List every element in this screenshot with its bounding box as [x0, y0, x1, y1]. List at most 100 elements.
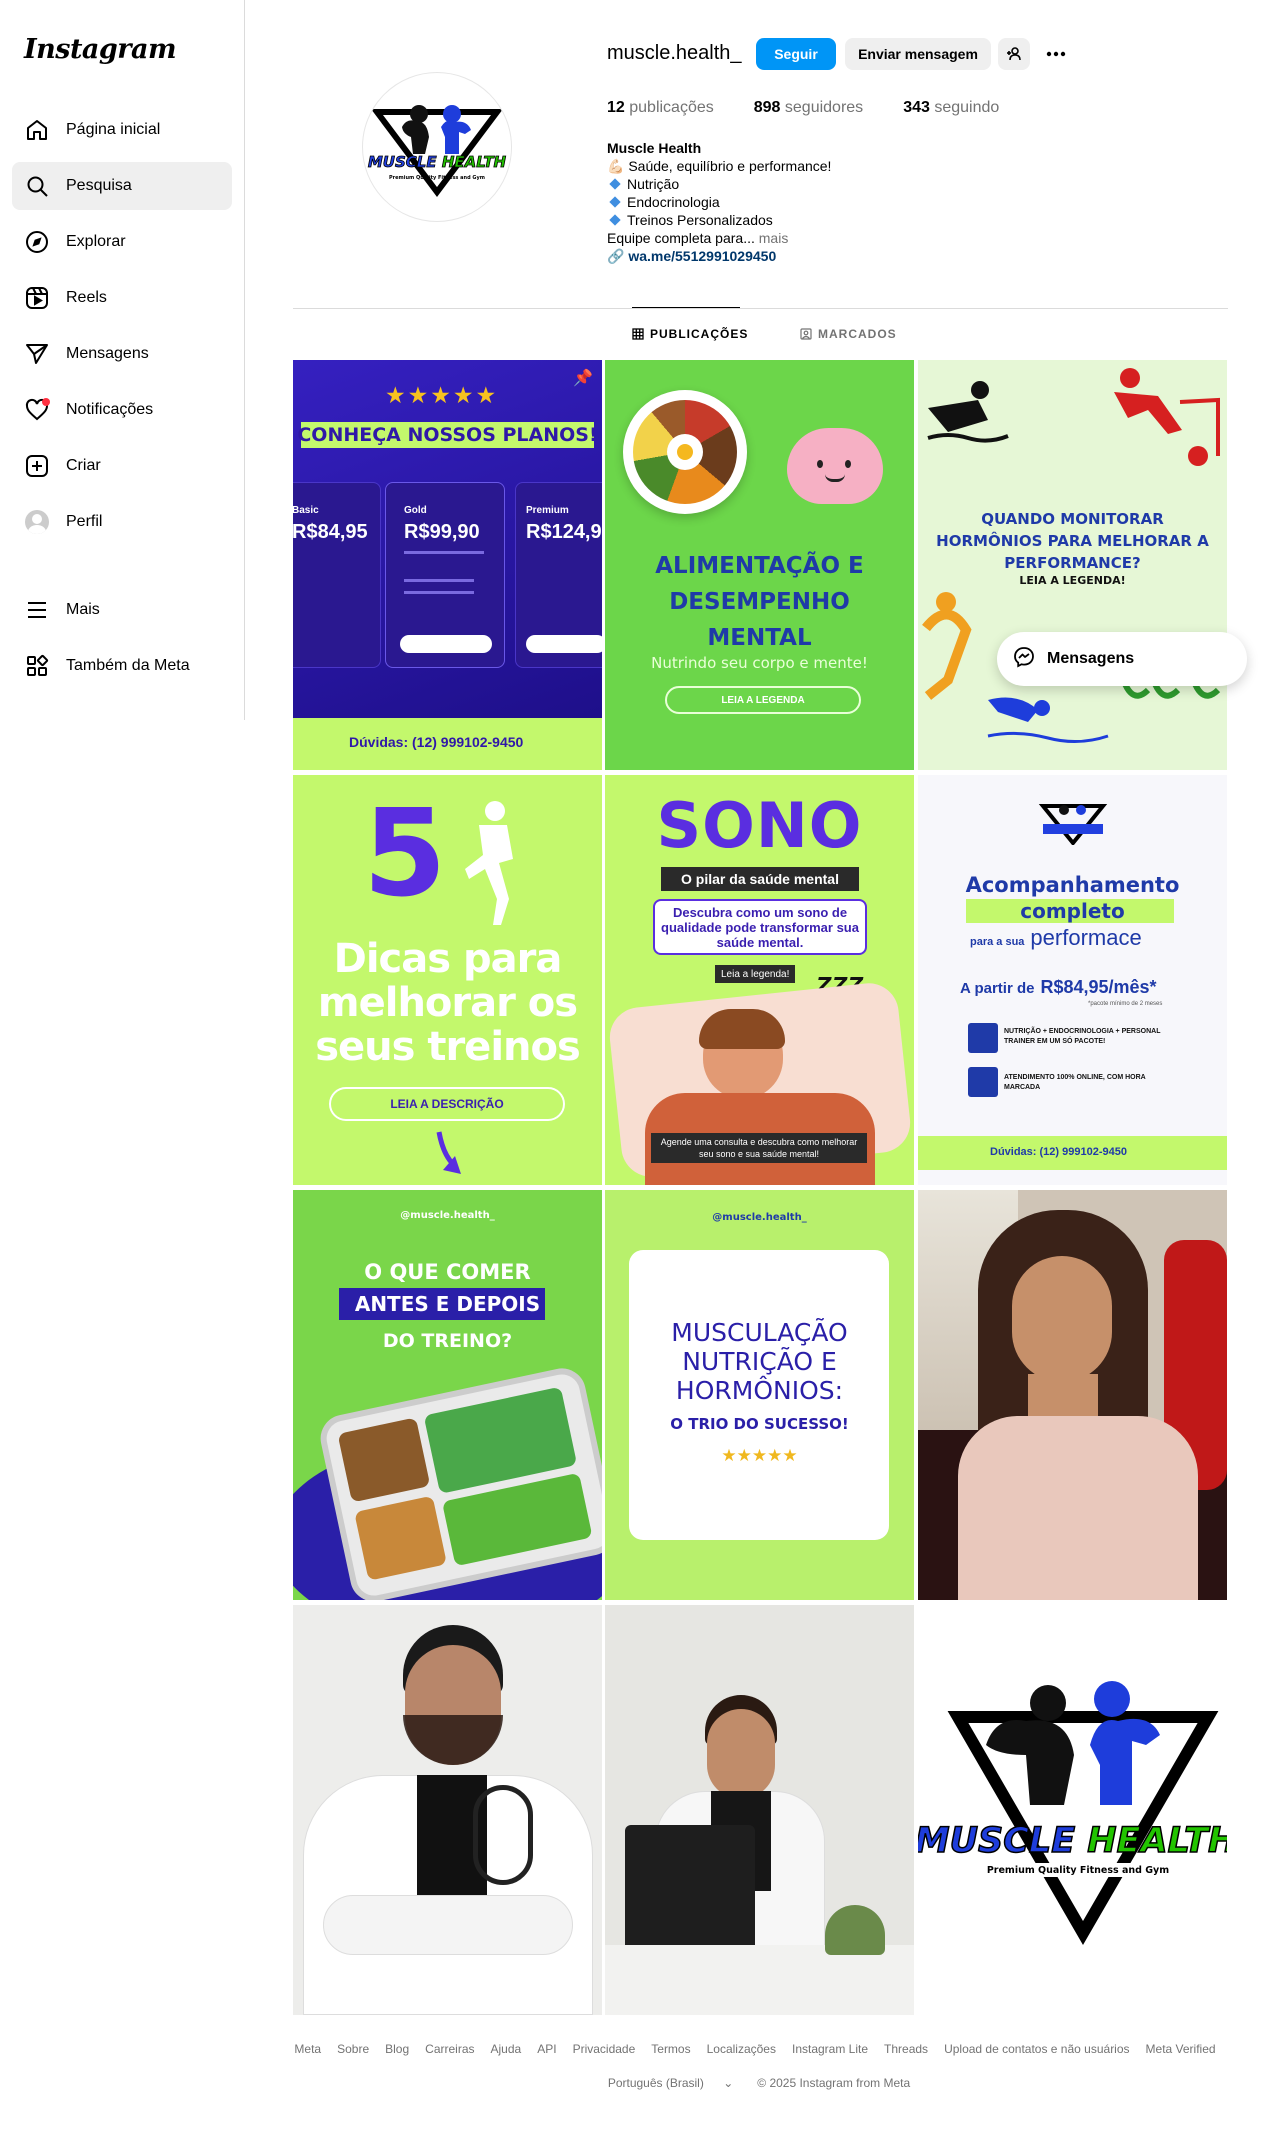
footer-link[interactable]: API — [537, 2042, 556, 2056]
follow-button[interactable]: Seguir — [756, 38, 836, 70]
post-tag: Leia a legenda! — [715, 965, 796, 983]
bio-more-link[interactable]: mais — [759, 230, 789, 246]
nav-notifications[interactable]: Notificações — [12, 386, 232, 434]
tab-posts[interactable]: PUBLICAÇÕES — [632, 327, 748, 341]
bio-line: Nutrição — [607, 175, 1027, 193]
muscle-health-logo-small — [1038, 804, 1108, 845]
footer-link[interactable]: Instagram Lite — [792, 2042, 868, 2056]
face-image — [707, 1709, 775, 1799]
messages-floating-button[interactable]: Mensagens — [997, 632, 1247, 686]
heart-icon — [24, 397, 50, 423]
menu-icon — [24, 597, 50, 623]
tab-tagged[interactable]: MARCADOS — [800, 327, 897, 341]
footer-link[interactable]: Meta Verified — [1146, 2042, 1216, 2056]
post-feature-1: NUTRIÇÃO + ENDOCRINOLOGIA + PERSONAL TRA… — [1004, 1028, 1161, 1045]
plan-card-gold: Gold R$99,90 — [385, 482, 505, 668]
post-title: ALIMENTAÇÃO E DESEMPENHO MENTAL — [655, 553, 864, 651]
post-photo-woman[interactable] — [918, 1190, 1227, 1600]
footer-link[interactable]: Sobre — [337, 2042, 369, 2056]
bio-link[interactable]: 🔗 wa.me/5512991029450 — [607, 247, 1027, 265]
messenger-icon — [1013, 646, 1035, 673]
post-contact: Dúvidas: (12) 999102-9450 — [349, 734, 524, 750]
rating-stars: ★★★★★ — [385, 382, 499, 408]
post-cta: LEIA A LEGENDA! — [1019, 574, 1126, 587]
post-number: 5 — [363, 785, 447, 924]
footer-link[interactable]: Upload de contatos e não usuários — [944, 2042, 1129, 2056]
muscle-health-logo: MUSCLE HEALTH Premium Quality Fitness an… — [367, 105, 507, 197]
post-plans[interactable]: ★★★★★ CONHEÇA NOSSOS PLANOS! Basic R$84,… — [293, 360, 602, 770]
post-photo-doctor-laptop[interactable] — [605, 1605, 914, 2015]
post-hormones[interactable]: QUANDO MONITORAR HORMÔNIOS PARA MELHORAR… — [918, 360, 1227, 770]
plant-image — [825, 1905, 885, 1955]
post-5-tips[interactable]: 5 Dicas para melhorar os seus treinos LE… — [293, 775, 602, 1185]
post-brand-logo[interactable]: MUSCLE HEALTH Premium Quality Fitness an… — [918, 1605, 1227, 2015]
compass-icon — [24, 229, 50, 255]
instagram-logo[interactable]: Instagram — [24, 34, 177, 65]
footer-link[interactable]: Blog — [385, 2042, 409, 2056]
nav-home[interactable]: Página inicial — [12, 106, 232, 154]
footer-bottom: Português (Brasil) ⌄ © 2025 Instagram fr… — [0, 2076, 1265, 2090]
nav-label: Reels — [66, 289, 107, 306]
nav-label: Explorar — [66, 233, 126, 250]
logo-brand-text: MUSCLE HEALTH — [368, 153, 507, 171]
flexed-arm-icon: 💪🏻 — [607, 158, 625, 174]
tabs-divider — [293, 308, 1228, 309]
nav-also-from-meta[interactable]: Também da Meta — [12, 642, 232, 690]
footer-link[interactable]: Localizações — [707, 2042, 776, 2056]
post-price: A partir de R$84,95/mês* — [960, 977, 1157, 997]
post-title: SONO — [656, 789, 863, 862]
footer-link[interactable]: Meta — [294, 2042, 321, 2056]
plus-square-icon — [24, 453, 50, 479]
apps-icon — [24, 653, 50, 679]
post-success-trio[interactable]: @muscle.health_ MUSCULAÇÃO NUTRIÇÃO E HO… — [605, 1190, 914, 1600]
tab-label: MARCADOS — [818, 327, 897, 341]
bio-line: 💪🏻 Saúde, equilíbrio e performance! — [607, 158, 832, 174]
post-subtitle: Nutrindo seu corpo e mente! — [651, 654, 868, 672]
post-photo-doctor[interactable] — [293, 1605, 602, 2015]
post-title-2: completo — [1020, 899, 1125, 923]
more-options-button[interactable] — [1040, 38, 1072, 70]
post-complete-followup[interactable]: Acompanhamento completo para a sua perfo… — [918, 775, 1227, 1185]
post-title: QUANDO MONITORAR HORMÔNIOS PARA MELHORAR… — [936, 510, 1209, 572]
post-sleep[interactable]: SONO O pilar da saúde mental Descubra co… — [605, 775, 914, 1185]
post-title: CONHEÇA NOSSOS PLANOS! — [297, 424, 598, 446]
post-food-mental[interactable]: ALIMENTAÇÃO E DESEMPENHO MENTAL Nutrindo… — [605, 360, 914, 770]
nav-create[interactable]: Criar — [12, 442, 232, 490]
footer-link[interactable]: Ajuda — [491, 2042, 522, 2056]
following-stat[interactable]: 343 seguindo — [903, 99, 999, 117]
nav-label: Notificações — [66, 401, 154, 418]
sidebar: Instagram Página inicial Pesquisa Explor… — [0, 0, 245, 720]
nav-explore[interactable]: Explorar — [12, 218, 232, 266]
pin-icon: 📌 — [573, 370, 593, 387]
nav-search[interactable]: Pesquisa — [12, 162, 232, 210]
nav-reels[interactable]: Reels — [12, 274, 232, 322]
diamond-icon — [609, 178, 621, 190]
nav-more[interactable]: Mais — [12, 586, 232, 634]
send-message-button[interactable]: Enviar mensagem — [845, 38, 991, 70]
footer-link[interactable]: Carreiras — [425, 2042, 474, 2056]
post-handle: @muscle.health_ — [400, 1210, 495, 1221]
bio-line: Treinos Personalizados — [607, 211, 1027, 229]
followers-stat[interactable]: 898 seguidores — [754, 99, 863, 117]
post-what-to-eat[interactable]: @muscle.health_ O QUE COMER ANTES E DEPO… — [293, 1190, 602, 1600]
profile-bio: Muscle Health 💪🏻 Saúde, equilíbrio e per… — [607, 139, 1027, 265]
stethoscope-image — [473, 1785, 533, 1885]
checklist-icon — [968, 1023, 998, 1053]
suggest-user-button[interactable] — [998, 38, 1030, 70]
nav-label: Pesquisa — [66, 177, 132, 194]
nav-profile[interactable]: Perfil — [12, 498, 232, 546]
footer-link[interactable]: Threads — [884, 2042, 928, 2056]
nav-label: Mais — [66, 601, 100, 618]
profile-avatar[interactable]: MUSCLE HEALTH Premium Quality Fitness an… — [362, 72, 512, 222]
footer-link[interactable]: Termos — [651, 2042, 690, 2056]
online-icon — [968, 1067, 998, 1097]
post-title: Dicas para melhorar os seus treinos — [315, 936, 581, 1070]
nav-messages[interactable]: Mensagens — [12, 330, 232, 378]
language-select[interactable]: Português (Brasil) ⌄ — [600, 2076, 741, 2090]
post-cta: LEIA A LEGENDA — [665, 686, 861, 714]
send-icon — [24, 341, 50, 367]
tab-label: PUBLICAÇÕES — [650, 327, 749, 341]
copyright-text: © 2025 Instagram from Meta — [757, 2076, 911, 2090]
profile-username: muscle.health_ — [607, 42, 742, 64]
footer-link[interactable]: Privacidade — [573, 2042, 636, 2056]
